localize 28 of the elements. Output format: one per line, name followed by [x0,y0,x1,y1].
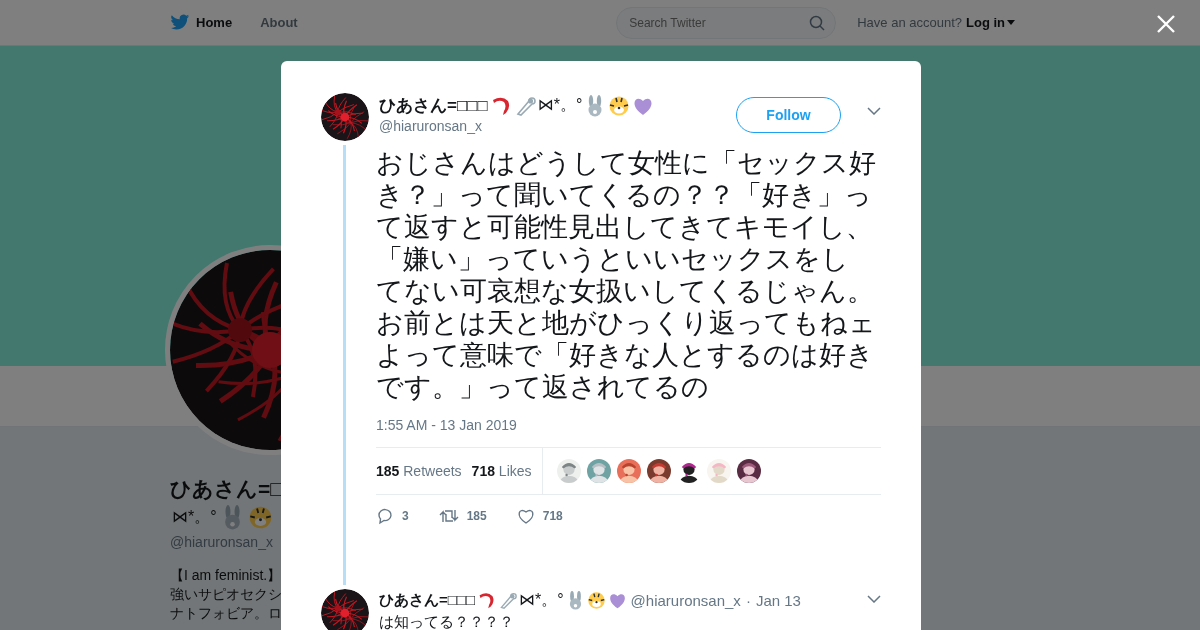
tweet-timestamp[interactable]: 1:55 AM - 13 Jan 2019 [376,417,881,433]
tweet-text: おじさんはどうして女性に「セックス好き？」って聞いてくるの？？「好き」って返すと可能性見出してきてキモイし、「嫌い」っていうといいセックスをしてない可哀想な女扱いしてくるじゃん。 [376,147,876,307]
action-count: 718 [542,509,563,523]
action-count: 3 [402,509,409,523]
action-count: 185 [466,509,487,523]
display-name: ひあさん=□□□ [379,591,475,610]
nav-link[interactable]: Home [170,14,233,31]
bio-text: 【I am feminist.】 [170,566,282,585]
user-handle[interactable]: @hiaruronsan_x [379,118,482,134]
tweet-text: お前とは天と地がひっくり返ってもねェよって意味で「好きな人とするのは好きです。」って返されてるの [376,307,876,403]
reply-text: は知ってる？？？？ [379,613,515,630]
name-text: ⋈*。° [537,95,583,115]
follow-button[interactable]: Follow [736,97,841,133]
nav-link[interactable]: About [260,15,298,30]
reply-date[interactable]: Jan 13 [755,592,801,609]
profile-handle: @hiaruronsan_x [170,534,273,550]
display-name: ひあさん=□□□ [379,95,488,117]
bio-text: 強いサピオセクシ [170,585,282,604]
name-text: ⋈*。° [172,507,217,527]
login-link[interactable]: Log in [966,15,1015,30]
search-field[interactable]: Search Twitter [616,6,837,39]
bio-text: ナトフォビア。ロ [170,604,282,623]
like-count[interactable]: 718 Likes [471,463,532,479]
retweet-count[interactable]: 185 Retweets [376,463,462,479]
account-prompt: Have an account? [857,15,962,30]
user-handle[interactable]: @hiaruronsan_x [630,592,741,609]
name-text: ⋈*。° [518,590,564,610]
separator-dot: · [745,592,751,609]
